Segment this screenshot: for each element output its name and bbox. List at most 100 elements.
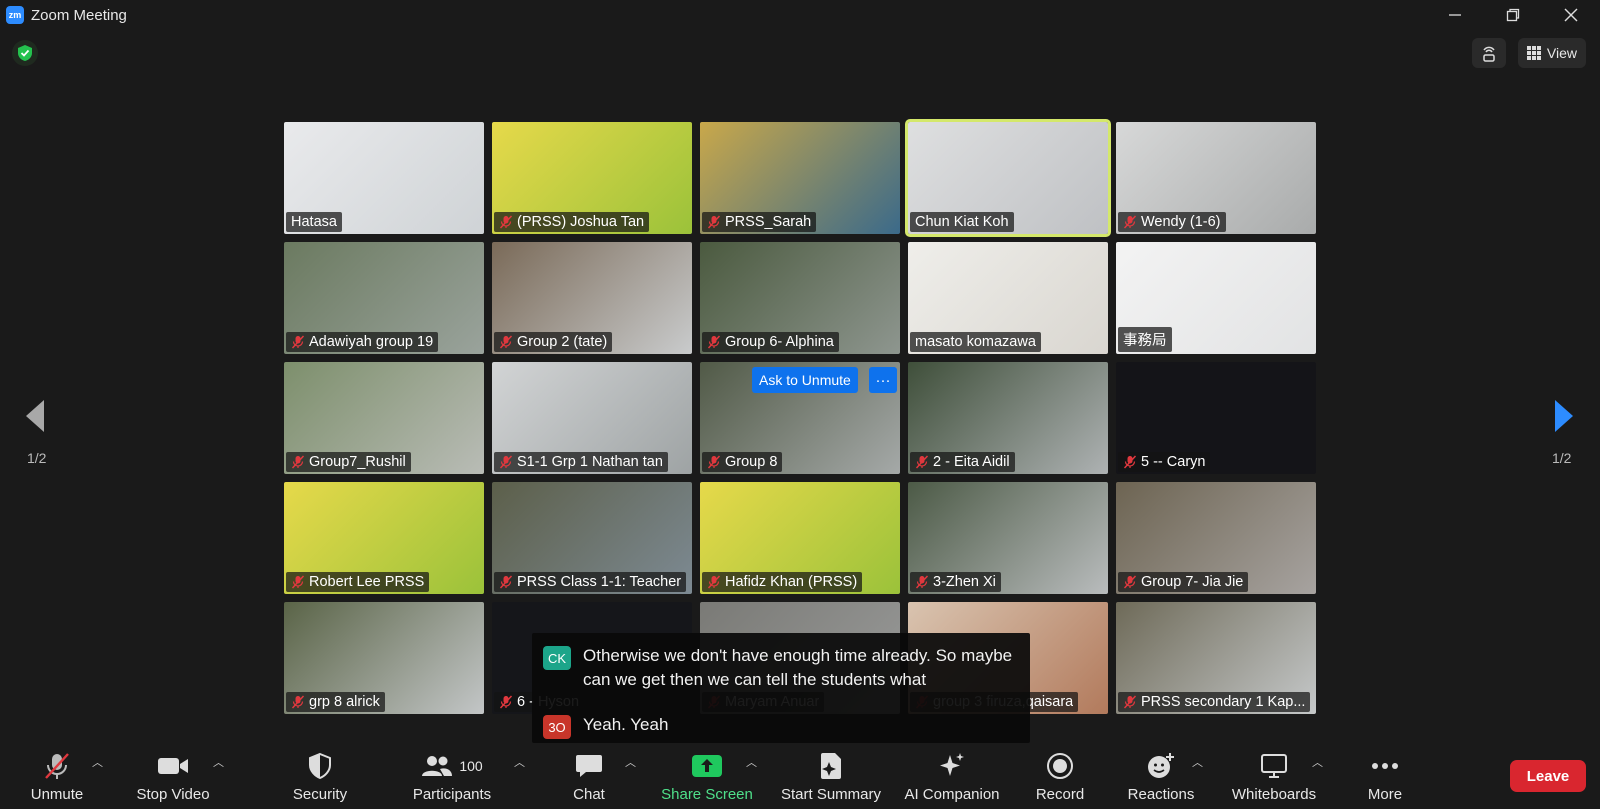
participant-name-tag: Group7_Rushil — [286, 452, 411, 472]
participant-name-tag: Chun Kiat Koh — [910, 212, 1014, 232]
participant-video-tile[interactable]: 5 -- Caryn — [1116, 362, 1316, 474]
participant-name-tag: masato komazawa — [910, 332, 1041, 352]
mic-muted-icon — [915, 575, 929, 589]
emoji-plus-icon — [1148, 753, 1174, 778]
participant-name: Chun Kiat Koh — [915, 214, 1009, 230]
ai-companion-button[interactable]: AI Companion — [900, 744, 1004, 809]
participant-video-tile[interactable]: PRSS_Sarah — [700, 122, 900, 234]
participant-video-tile[interactable]: 2 - Eita Aidil — [908, 362, 1108, 474]
participant-video-tile[interactable]: grp 8 alrick — [284, 602, 484, 714]
mic-muted-icon — [915, 455, 929, 469]
share-screen-button[interactable]: Share Screen — [660, 744, 754, 809]
participant-video-tile[interactable]: Hatasa — [284, 122, 484, 234]
tile-more-options-button[interactable]: ··· — [869, 367, 897, 393]
arrow-right-icon — [1555, 400, 1573, 432]
record-icon — [1047, 753, 1073, 779]
participant-video-tile[interactable]: Chun Kiat Koh — [905, 119, 1111, 237]
participant-name: Group 8 — [725, 454, 778, 470]
previous-page-button[interactable] — [24, 398, 46, 439]
whiteboards-label: Whiteboards — [1231, 786, 1317, 803]
participant-name-tag: 事務局 — [1118, 327, 1172, 352]
participant-video-tile[interactable]: Wendy (1-6) — [1116, 122, 1316, 234]
mic-muted-icon — [499, 695, 513, 709]
participant-name-tag: grp 8 alrick — [286, 692, 385, 712]
minimize-icon — [1449, 14, 1461, 16]
participant-name: 事務局 — [1123, 333, 1167, 349]
caption-row: CK Otherwise we don't have enough time a… — [543, 644, 1013, 692]
mic-muted-icon — [291, 455, 305, 469]
share-screen-label: Share Screen — [661, 786, 753, 803]
mic-muted-icon — [1123, 215, 1137, 229]
participants-button[interactable]: 100 Participants — [405, 744, 499, 809]
reactions-button[interactable]: Reactions — [1121, 744, 1201, 809]
participant-name-tag: Group 2 (tate) — [494, 332, 613, 352]
security-shield-icon — [309, 752, 331, 780]
record-label: Record — [1035, 786, 1085, 803]
audio-options-caret[interactable]: ︿ — [92, 754, 103, 770]
stop-video-button[interactable]: Stop Video — [130, 744, 216, 809]
participant-name: Adawiyah group 19 — [309, 334, 434, 350]
participant-video-tile[interactable]: Group 6- Alphina — [700, 242, 900, 354]
view-button[interactable]: View — [1517, 38, 1586, 68]
reactions-options-caret[interactable]: ︿ — [1192, 754, 1203, 770]
next-page-button[interactable] — [1553, 398, 1575, 439]
mic-muted-icon — [707, 575, 721, 589]
participant-video-tile[interactable]: Hafidz Khan (PRSS) — [700, 482, 900, 594]
participants-icon — [422, 756, 453, 776]
participant-video-tile[interactable]: PRSS Class 1-1: Teacher — [492, 482, 692, 594]
record-button[interactable]: Record — [1025, 744, 1095, 809]
participant-name-tag: PRSS secondary 1 Kap... — [1118, 692, 1311, 712]
start-summary-button[interactable]: Start Summary — [776, 744, 886, 809]
participant-video-tile[interactable]: PRSS secondary 1 Kap... — [1116, 602, 1316, 714]
leave-button[interactable]: Leave — [1510, 760, 1586, 792]
participant-name-tag: S1-1 Grp 1 Nathan tan — [494, 452, 668, 472]
minimize-button[interactable] — [1426, 0, 1484, 30]
whiteboards-button[interactable]: Whiteboards — [1224, 744, 1324, 809]
participant-video-tile[interactable]: 事務局 — [1116, 242, 1316, 354]
more-label: More — [1367, 786, 1403, 803]
participant-video-tile[interactable]: 3-Zhen Xi — [908, 482, 1108, 594]
participant-video-tile[interactable]: Group 2 (tate) — [492, 242, 692, 354]
participant-name: 3-Zhen Xi — [933, 574, 996, 590]
mic-muted-icon — [291, 695, 305, 709]
participant-video-tile[interactable]: masato komazawa — [908, 242, 1108, 354]
ask-to-unmute-button[interactable]: Ask to Unmute — [752, 367, 858, 393]
participants-label: Participants — [412, 786, 492, 803]
participant-video-tile[interactable]: Adawiyah group 19 — [284, 242, 484, 354]
chat-button[interactable]: Chat — [554, 744, 624, 809]
mic-muted-icon — [1123, 575, 1137, 589]
sparkle-icon — [940, 753, 964, 776]
participant-name-tag: Robert Lee PRSS — [286, 572, 430, 592]
whiteboards-options-caret[interactable]: ︿ — [1312, 754, 1323, 770]
mic-muted-icon — [1123, 455, 1137, 469]
security-label: Security — [292, 786, 348, 803]
participant-video-tile[interactable]: Robert Lee PRSS — [284, 482, 484, 594]
security-button[interactable]: Security — [285, 744, 355, 809]
restore-button[interactable] — [1484, 0, 1542, 30]
reactions-label: Reactions — [1127, 786, 1195, 803]
participant-video-tile[interactable]: S1-1 Grp 1 Nathan tan — [492, 362, 692, 474]
share-options-caret[interactable]: ︿ — [746, 754, 757, 770]
participant-video-tile[interactable]: Group 7- Jia Jie — [1116, 482, 1316, 594]
more-button[interactable]: More — [1350, 744, 1420, 809]
participant-name-tag: Adawiyah group 19 — [286, 332, 439, 352]
participants-options-caret[interactable]: ︿ — [514, 754, 525, 770]
mic-muted-icon — [499, 575, 513, 589]
participant-video-tile[interactable]: (PRSS) Joshua Tan — [492, 122, 692, 234]
participant-name: Group 2 (tate) — [517, 334, 608, 350]
immersive-view-button[interactable] — [1471, 38, 1506, 68]
participant-name: Group 7- Jia Jie — [1141, 574, 1244, 590]
participant-name-tag: Hafidz Khan (PRSS) — [702, 572, 863, 592]
chat-options-caret[interactable]: ︿ — [625, 754, 636, 770]
mic-muted-icon — [707, 455, 721, 469]
caption-text: Otherwise we don't have enough time alre… — [583, 646, 1013, 689]
participant-name: grp 8 alrick — [309, 694, 380, 710]
unmute-button[interactable]: Unmute — [22, 744, 92, 809]
close-button[interactable] — [1542, 0, 1600, 30]
encryption-shield-icon[interactable] — [12, 40, 38, 66]
participant-name: Hafidz Khan (PRSS) — [725, 574, 858, 590]
zoom-logo-icon: zm — [6, 6, 24, 24]
video-options-caret[interactable]: ︿ — [213, 754, 224, 770]
participant-video-tile[interactable]: Group7_Rushil — [284, 362, 484, 474]
restore-icon — [1506, 8, 1520, 22]
